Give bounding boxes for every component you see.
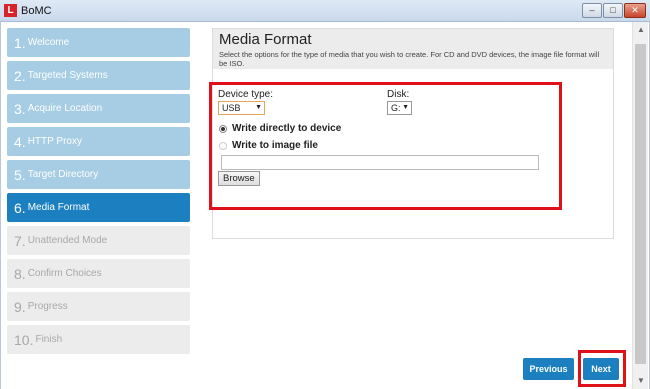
step-progress: 9. Progress — [7, 292, 190, 321]
wizard-window: 1. Welcome 2. Targeted Systems 3. Acquir… — [0, 22, 650, 389]
step-confirm-choices: 8. Confirm Choices — [7, 259, 190, 288]
close-button[interactable]: ✕ — [624, 3, 646, 18]
step-label: Acquire Location — [27, 103, 103, 114]
step-label: Finish — [35, 334, 63, 345]
step-http-proxy[interactable]: 4. HTTP Proxy — [7, 127, 190, 156]
step-target-directory[interactable]: 5. Target Directory — [7, 160, 190, 189]
step-label: Confirm Choices — [27, 268, 102, 279]
step-acquire-location[interactable]: 3. Acquire Location — [7, 94, 190, 123]
title-bar: L BoMC ‒ □ ✕ — [0, 0, 650, 22]
step-unattended-mode: 7. Unattended Mode — [7, 226, 190, 255]
step-number: 5. — [14, 166, 26, 183]
window-controls: ‒ □ ✕ — [582, 3, 646, 18]
step-media-format[interactable]: 6. Media Format — [7, 193, 190, 222]
minimize-button[interactable]: ‒ — [582, 3, 602, 18]
step-label: Target Directory — [27, 169, 99, 180]
step-label: Progress — [27, 301, 68, 312]
step-label: Media Format — [27, 202, 90, 213]
page-description: Select the options for the type of media… — [219, 50, 600, 68]
step-label: Welcome — [27, 37, 70, 48]
step-number: 3. — [14, 100, 26, 117]
step-label: HTTP Proxy — [27, 136, 82, 147]
step-number: 2. — [14, 67, 26, 84]
step-number: 1. — [14, 34, 26, 51]
form-highlight-box — [209, 82, 562, 210]
step-finish: 10. Finish — [7, 325, 190, 354]
window-title: BoMC — [21, 5, 52, 17]
step-targeted-systems[interactable]: 2. Targeted Systems — [7, 61, 190, 90]
app-logo-icon: L — [4, 4, 17, 17]
step-number: 7. — [14, 232, 26, 249]
step-sidebar: 1. Welcome 2. Targeted Systems 3. Acquir… — [7, 28, 190, 358]
page-title: Media Format — [219, 31, 312, 48]
step-number: 8. — [14, 265, 26, 282]
step-number: 9. — [14, 298, 26, 315]
step-number: 4. — [14, 133, 26, 150]
step-label: Targeted Systems — [27, 70, 108, 81]
step-number: 10. — [14, 331, 34, 348]
step-label: Unattended Mode — [27, 235, 108, 246]
step-number: 6. — [14, 199, 26, 216]
scroll-down-icon[interactable]: ▼ — [633, 373, 649, 389]
step-welcome[interactable]: 1. Welcome — [7, 28, 190, 57]
scroll-thumb[interactable] — [635, 44, 646, 364]
next-highlight-box — [578, 350, 626, 387]
panel-header: Media Format Select the options for the … — [213, 29, 613, 69]
previous-button[interactable]: Previous — [523, 358, 574, 380]
scroll-up-icon[interactable]: ▲ — [633, 22, 649, 38]
vertical-scrollbar[interactable]: ▲ ▼ — [632, 22, 648, 389]
maximize-button[interactable]: □ — [603, 3, 623, 18]
